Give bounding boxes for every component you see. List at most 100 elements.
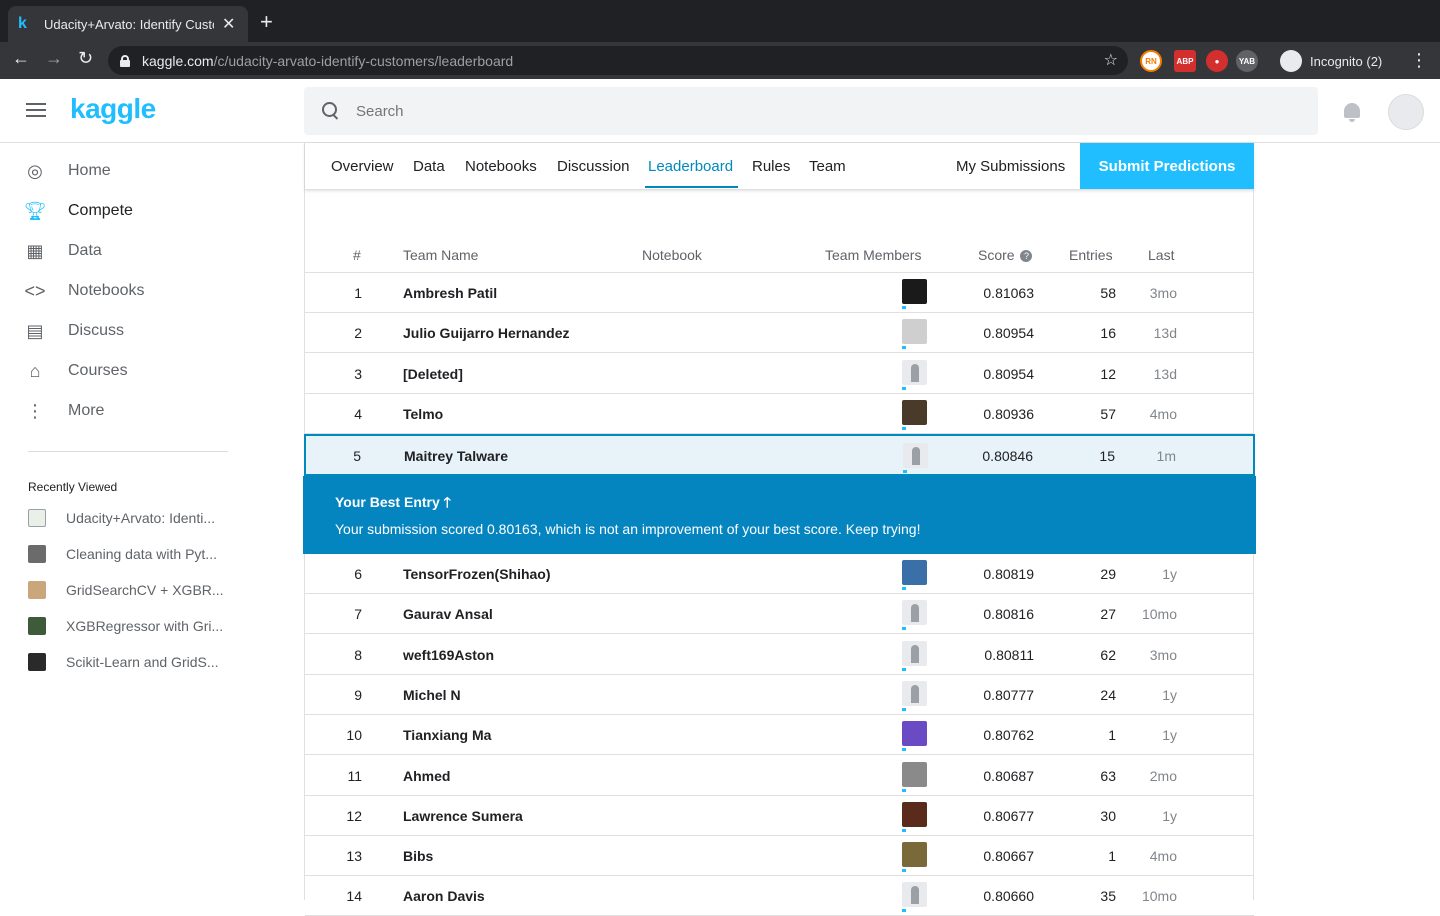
recent-item[interactable]: Cleaning data with Pyt...	[28, 544, 217, 564]
row-team-name[interactable]: Gaurav Ansal	[403, 606, 493, 622]
tab-leaderboard[interactable]: Leaderboard	[648, 158, 733, 175]
row-team-name[interactable]: Julio Guijarro Hernandez	[403, 325, 569, 341]
column-team-name[interactable]: Team Name	[403, 247, 478, 263]
team-member-avatar[interactable]	[902, 801, 927, 827]
incognito-profile[interactable]: Incognito (2)	[1280, 48, 1382, 74]
team-member-avatar[interactable]	[902, 600, 927, 626]
my-leaderboard-row[interactable]: 5 Maitrey Talware 0.80846 15 1m	[304, 434, 1255, 476]
sidebar-item-courses[interactable]: ⌂ Courses	[24, 351, 128, 391]
row-team-name[interactable]: Telmo	[403, 406, 443, 422]
row-team-name[interactable]: Bibs	[403, 848, 433, 864]
sidebar-item-more[interactable]: ⋮ More	[24, 391, 104, 431]
reload-icon[interactable]: ↻	[78, 48, 93, 69]
recent-item[interactable]: Scikit-Learn and GridS...	[28, 652, 219, 672]
tab-team[interactable]: Team	[809, 158, 846, 175]
browser-menu-icon[interactable]: ⋮	[1410, 50, 1428, 71]
extension-abp-icon[interactable]: ABP	[1174, 50, 1196, 72]
best-entry-title-text: Your Best Entry	[335, 494, 440, 510]
competition-tabs: Overview Data Notebooks Discussion Leade…	[305, 143, 1254, 190]
sidebar-item-discuss[interactable]: ▤ Discuss	[24, 311, 124, 351]
table-row[interactable]: 6 TensorFrozen(Shihao) 0.80819 29 1y	[305, 554, 1254, 594]
my-submissions-link[interactable]: My Submissions	[956, 158, 1065, 175]
best-entry-title[interactable]: Your Best Entry 🡑	[335, 492, 451, 516]
recent-item[interactable]: GridSearchCV + XGBR...	[28, 580, 224, 600]
row-team-name[interactable]: weft169Aston	[403, 647, 494, 663]
row-entries: 24	[1100, 686, 1116, 703]
sidebar-item-label: Notebooks	[68, 282, 145, 299]
kaggle-logo[interactable]: kaggle	[70, 93, 156, 125]
address-bar[interactable]: kaggle.com/c/udacity-arvato-identify-cus…	[108, 46, 1128, 75]
sidebar-item-home[interactable]: ◎ Home	[24, 151, 111, 191]
sidebar-item-compete[interactable]: 🏆︎ Compete	[24, 191, 133, 231]
recent-item[interactable]: Udacity+Arvato: Identi...	[28, 508, 215, 528]
team-member-avatar[interactable]	[902, 279, 927, 304]
row-team-name[interactable]: TensorFrozen(Shihao)	[403, 566, 551, 582]
extension-rn-icon[interactable]: RN	[1140, 50, 1162, 72]
row-team-name[interactable]: Aaron Davis	[403, 888, 485, 904]
team-member-avatar[interactable]	[902, 319, 927, 345]
hamburger-menu-icon[interactable]	[26, 103, 46, 117]
forward-icon[interactable]: →	[45, 48, 63, 69]
tab-notebooks[interactable]: Notebooks	[465, 158, 537, 175]
sidebar-item-data[interactable]: ▦ Data	[24, 231, 101, 271]
row-team-name[interactable]: Tianxiang Ma	[403, 727, 491, 743]
row-team-name[interactable]: Michel N	[403, 687, 461, 703]
recent-item[interactable]: XGBRegressor with Gri...	[28, 616, 223, 636]
table-row[interactable]: 9 Michel N 0.80777 24 1y	[305, 675, 1254, 715]
table-row[interactable]: 10 Tianxiang Ma 0.80762 1 1y	[305, 715, 1254, 756]
table-row[interactable]: 2 Julio Guijarro Hernandez 0.80954 16 13d	[305, 313, 1254, 354]
table-row[interactable]: 13 Bibs 0.80667 1 4mo	[305, 836, 1254, 877]
tab-rules[interactable]: Rules	[752, 158, 790, 175]
team-member-avatar[interactable]	[902, 842, 927, 868]
team-member-avatar[interactable]	[902, 560, 927, 585]
row-entries: 62	[1100, 646, 1116, 663]
bookmark-star-icon[interactable]: ☆	[1104, 50, 1118, 70]
team-member-avatar[interactable]	[902, 640, 927, 666]
extension-shield-icon[interactable]: ●	[1206, 50, 1228, 72]
column-team-members: Team Members	[825, 247, 922, 263]
table-row[interactable]: 4 Telmo 0.80936 57 4mo	[305, 394, 1254, 434]
table-row[interactable]: 11 Ahmed 0.80687 63 2mo	[305, 756, 1254, 796]
column-entries[interactable]: Entries	[1069, 247, 1113, 263]
row-team-name[interactable]: [Deleted]	[403, 366, 463, 382]
table-row[interactable]: 7 Gaurav Ansal 0.80816 27 10mo	[305, 594, 1254, 635]
close-tab-icon[interactable]: ✕	[222, 14, 235, 34]
team-member-avatar[interactable]	[902, 680, 927, 706]
team-member-avatar[interactable]	[902, 761, 927, 787]
row-score: 0.80811	[984, 646, 1034, 663]
extension-yab-icon[interactable]: YAB	[1236, 50, 1258, 72]
column-score[interactable]: Score ?	[978, 247, 1033, 263]
user-avatar[interactable]	[1388, 94, 1424, 130]
table-row[interactable]: 14 Aaron Davis 0.80660 35 10mo	[305, 876, 1254, 916]
table-row[interactable]: 12 Lawrence Sumera 0.80677 30 1y	[305, 796, 1254, 836]
help-icon[interactable]: ?	[1020, 250, 1033, 262]
row-team-name[interactable]: Lawrence Sumera	[403, 808, 523, 824]
tab-overview[interactable]: Overview	[331, 158, 394, 175]
search-input[interactable]	[356, 102, 1256, 120]
team-member-avatar[interactable]	[902, 359, 927, 385]
row-team-name[interactable]: Ahmed	[403, 768, 450, 784]
notifications-bell-icon[interactable]	[1342, 101, 1362, 123]
submit-predictions-button[interactable]: Submit Predictions	[1080, 143, 1254, 189]
table-row[interactable]: 3 [Deleted] 0.80954 12 13d	[305, 354, 1254, 394]
browser-tab[interactable]: k Udacity+Arvato: Identify Custo ✕	[8, 6, 248, 42]
team-member-avatar[interactable]	[903, 443, 928, 468]
sidebar-item-notebooks[interactable]: <> Notebooks	[24, 271, 145, 311]
row-team-name[interactable]: Ambresh Patil	[403, 285, 497, 301]
member-tier-bar	[902, 748, 906, 752]
column-last[interactable]: Last	[1148, 247, 1174, 263]
team-member-avatar[interactable]	[902, 882, 927, 908]
row-score: 0.80954	[983, 325, 1034, 342]
tab-data[interactable]: Data	[413, 158, 445, 175]
search-bar[interactable]	[304, 87, 1318, 135]
team-member-avatar[interactable]	[902, 721, 927, 747]
sidebar-divider	[28, 451, 228, 452]
tab-discussion[interactable]: Discussion	[557, 158, 630, 175]
table-row[interactable]: 8 weft169Aston 0.80811 62 3mo	[305, 635, 1254, 675]
table-row[interactable]: 1 Ambresh Patil 0.81063 58 3mo	[305, 273, 1254, 313]
row-last: 1y	[1162, 566, 1177, 582]
team-member-avatar[interactable]	[902, 399, 927, 425]
new-tab-icon[interactable]: +	[260, 11, 273, 33]
back-icon[interactable]: ←	[12, 48, 30, 69]
row-team-name[interactable]: Maitrey Talware	[404, 448, 508, 464]
